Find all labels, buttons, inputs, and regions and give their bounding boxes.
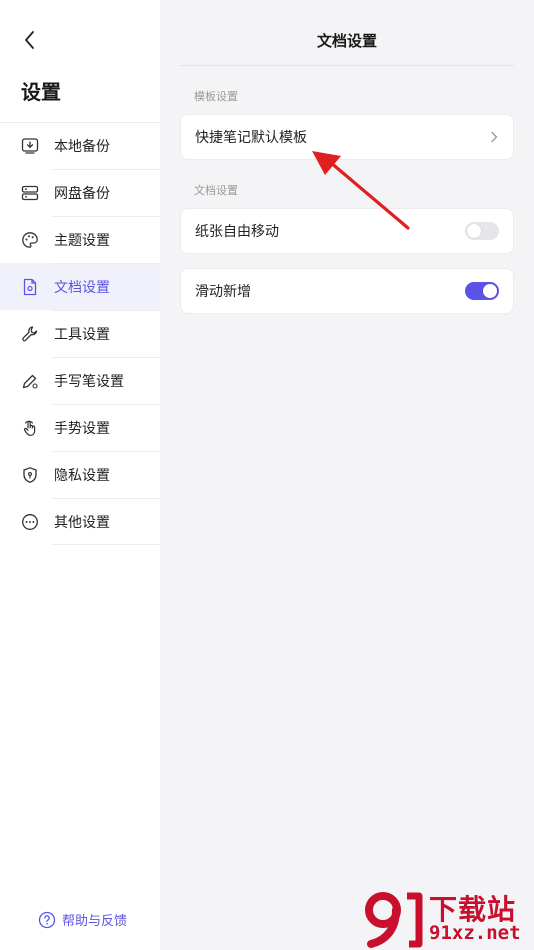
sidebar: 设置 本地备份 网盘备份 主题设置 文档设置 工具设置 手写笔设置 手势设置 隐… [0, 0, 160, 950]
sidebar-item-label: 本地备份 [54, 138, 110, 155]
help-icon [38, 911, 56, 928]
slide-add-toggle[interactable] [465, 282, 499, 300]
local-backup-icon [20, 136, 40, 156]
paper-free-move-toggle[interactable] [465, 222, 499, 240]
annotation-arrow [312, 151, 410, 230]
sidebar-item-cloud-backup[interactable]: 网盘备份 [0, 169, 160, 216]
sidebar-item-label: 隐私设置 [54, 467, 110, 484]
sidebar-item-label: 主题设置 [54, 232, 110, 249]
sidebar-item-label: 手势设置 [54, 420, 110, 437]
wrench-icon [20, 324, 40, 344]
pen-icon [20, 371, 40, 391]
sidebar-item-label: 其他设置 [54, 514, 110, 531]
page-title: 文档设置 [316, 32, 377, 50]
sidebar-item-tools[interactable]: 工具设置 [0, 310, 160, 357]
slide-add-label: 滑动新增 [195, 284, 251, 300]
toggle-knob [467, 224, 481, 238]
back-arrow-icon[interactable] [18, 28, 42, 52]
sidebar-item-label: 文档设置 [54, 279, 110, 296]
sidebar-item-local-backup[interactable]: 本地备份 [0, 122, 160, 169]
watermark-en: 91xz.net [429, 922, 521, 944]
sidebar-item-other[interactable]: 其他设置 [0, 498, 160, 545]
sidebar-item-document-settings[interactable]: 文档设置 [0, 263, 160, 310]
hand-gesture-icon [20, 418, 40, 438]
cloud-drive-icon [20, 183, 40, 203]
sidebar-item-label: 手写笔设置 [54, 373, 124, 390]
toggle-knob [483, 284, 497, 298]
palette-icon [20, 230, 40, 250]
watermark: 下载站 91xz.net [363, 888, 531, 948]
template-section-label: 模板设置 [194, 90, 238, 103]
default-template-label: 快捷笔记默认模板 [195, 130, 307, 146]
title-divider [180, 65, 514, 66]
sidebar-item-theme[interactable]: 主题设置 [0, 216, 160, 263]
help-feedback-link[interactable]: 帮助与反馈 [38, 910, 127, 929]
settings-menu: 本地备份 网盘备份 主题设置 文档设置 工具设置 手写笔设置 手势设置 隐私设置… [0, 122, 160, 545]
document-settings-icon [20, 277, 40, 297]
slide-add-row: 滑动新增 [180, 268, 514, 314]
sidebar-item-label: 工具设置 [54, 326, 110, 343]
sidebar-item-stylus[interactable]: 手写笔设置 [0, 357, 160, 404]
more-icon [20, 512, 40, 532]
document-section-label: 文档设置 [194, 184, 238, 197]
watermark-logo-icon [365, 892, 423, 948]
sidebar-item-gesture[interactable]: 手势设置 [0, 404, 160, 451]
help-feedback-label: 帮助与反馈 [62, 914, 128, 929]
sidebar-item-label: 网盘备份 [54, 185, 110, 202]
shield-icon [20, 465, 40, 485]
watermark-text: 下载站 91xz.net [429, 888, 531, 948]
chevron-right-icon [491, 131, 498, 143]
sidebar-item-privacy[interactable]: 隐私设置 [0, 451, 160, 498]
settings-title: 设置 [21, 80, 61, 104]
document-settings-panel: 文档设置 模板设置 快捷笔记默认模板 文档设置 纸张自由移动 滑动新增 [160, 0, 534, 950]
